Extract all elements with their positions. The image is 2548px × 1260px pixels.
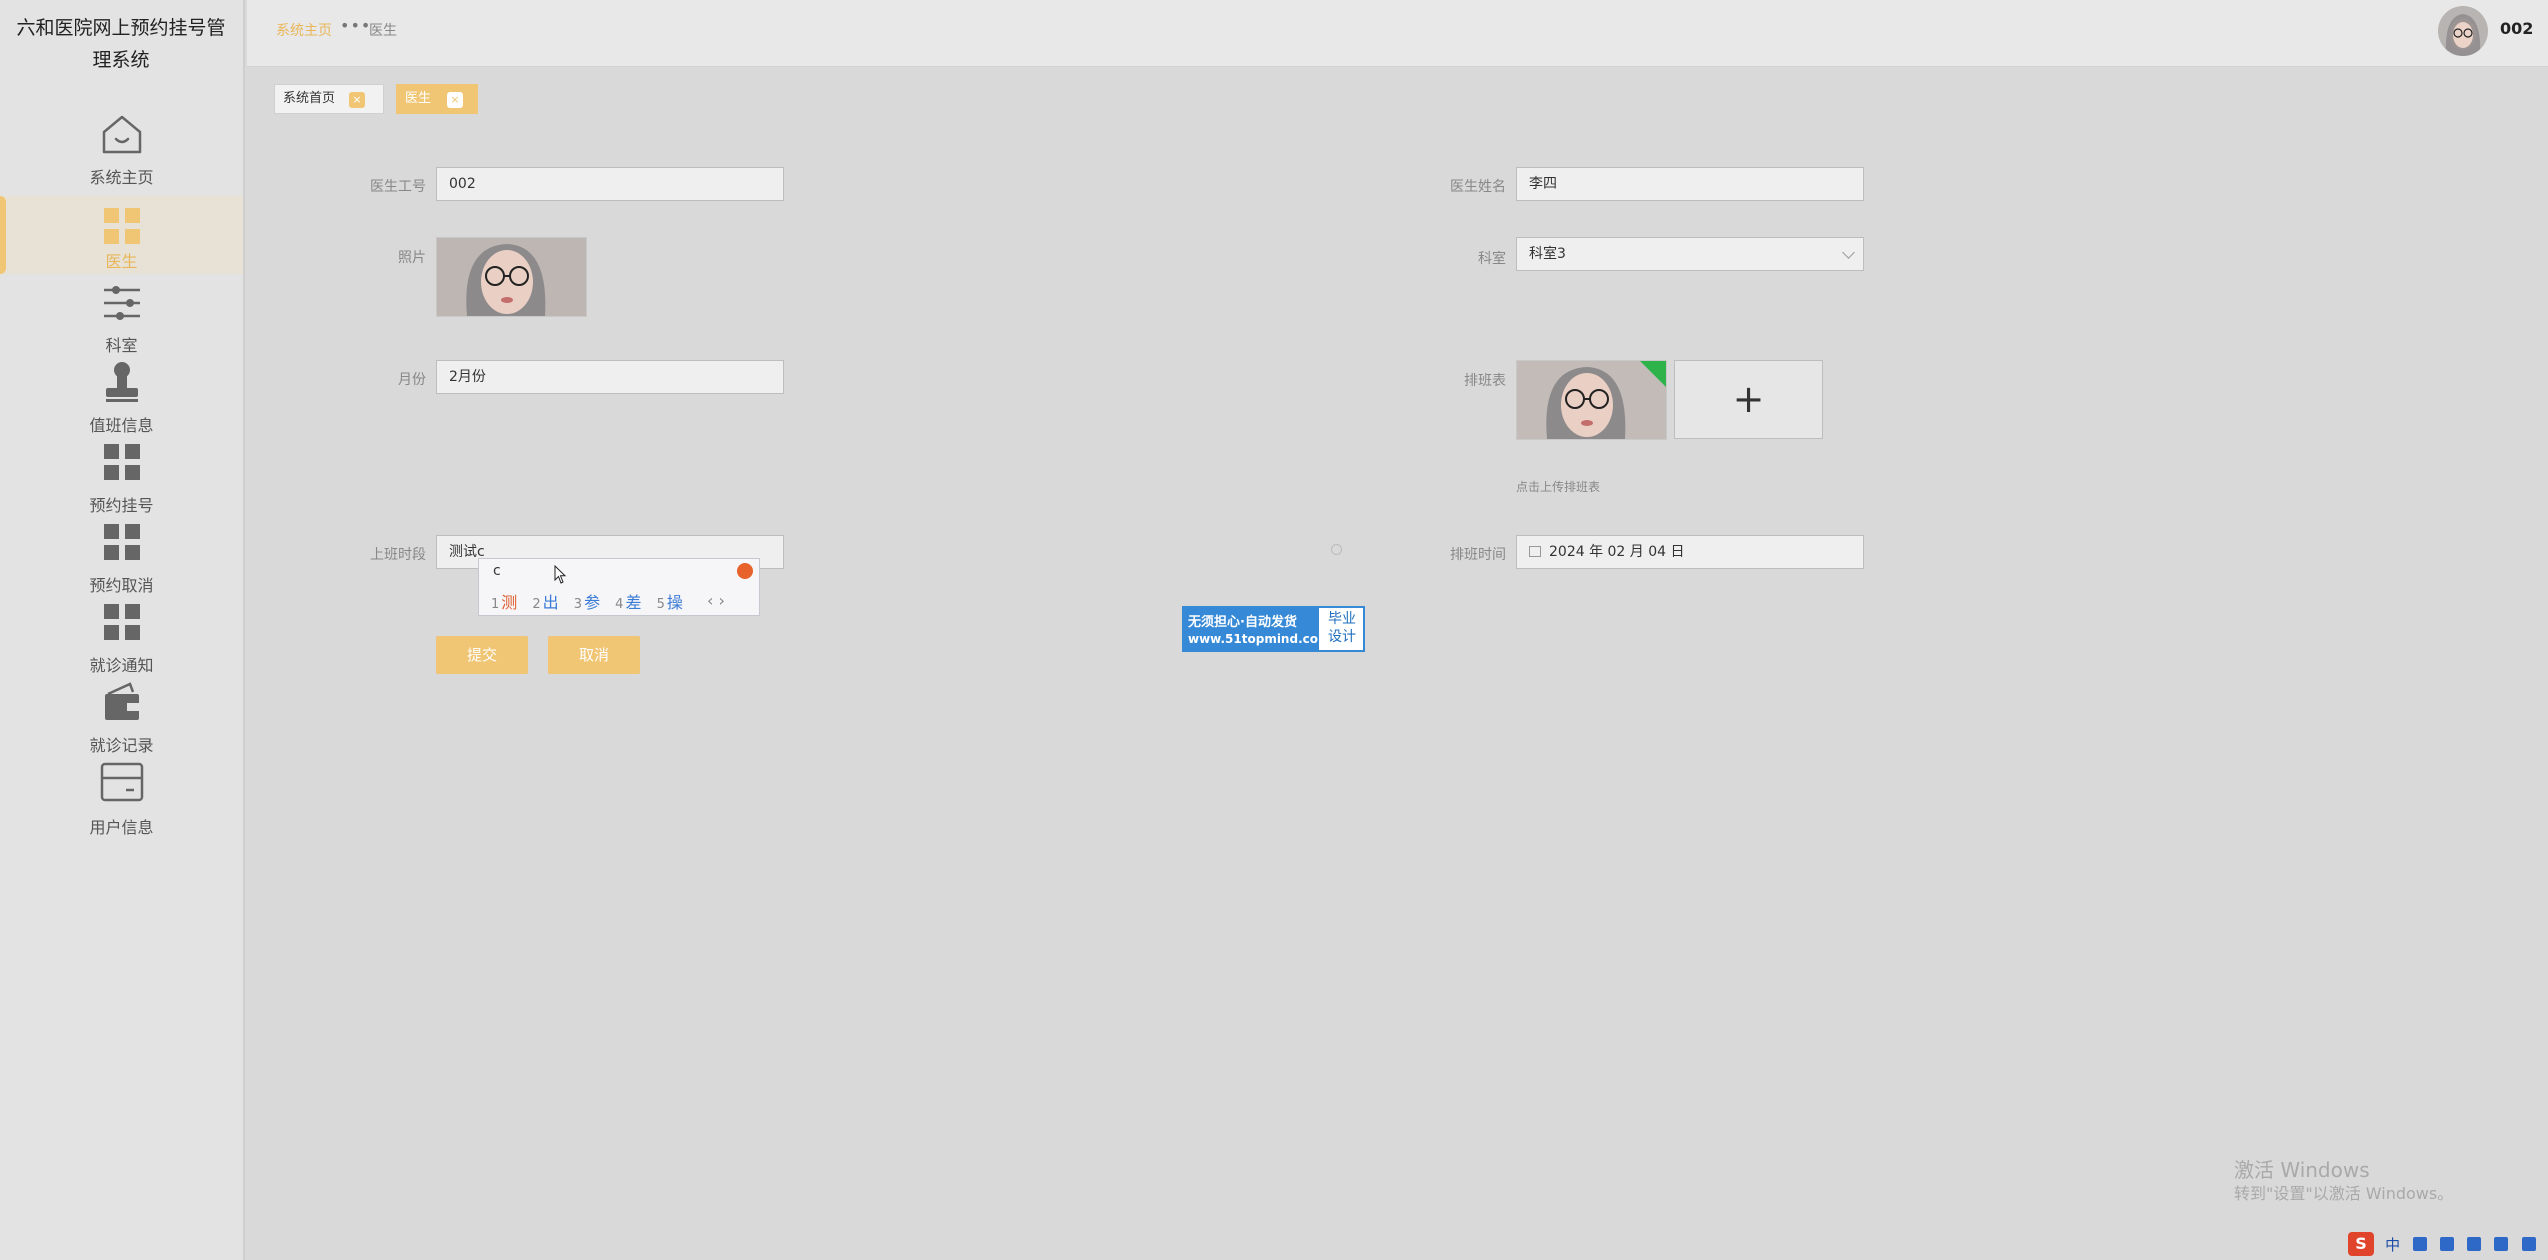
sidebar-item-label: 医生	[105, 252, 138, 271]
home-icon	[102, 115, 142, 154]
cancel-button[interactable]: 取消	[548, 636, 640, 674]
upload-hint: 点击上传排班表	[1516, 480, 1601, 494]
microphone-icon[interactable]	[2440, 1237, 2455, 1251]
ime-logo-icon[interactable]	[737, 563, 753, 579]
tab-label: 系统首页	[283, 91, 336, 106]
skin-icon[interactable]	[2494, 1237, 2509, 1251]
ime-page-nav[interactable]: ‹ ›	[707, 591, 725, 610]
sidebar-item-label: 就诊通知	[89, 656, 154, 675]
sidebar: 六和医院网上预约挂号管理系统 系统主页 医生 科室 值班信息 预约挂号 预约取消…	[0, 0, 245, 1260]
sidebar-item-user-info[interactable]: 用户信息	[0, 762, 243, 840]
punctuation-icon[interactable]	[2413, 1237, 2428, 1251]
ime-candidate[interactable]: 5操	[657, 589, 683, 613]
grid-icon	[104, 604, 140, 640]
toolbox-icon[interactable]	[2521, 1237, 2536, 1251]
ad-line1: 无须担心·自动发货	[1188, 615, 1297, 630]
sidebar-item-label: 预约挂号	[89, 496, 154, 515]
ad-badge[interactable]: 无须担心·自动发货 www.51topmind.com 毕业 设计	[1182, 606, 1365, 652]
department-value: 科室3	[1529, 246, 1566, 262]
doctor-id-input[interactable]: 002	[436, 167, 784, 201]
ime-toolbar: S 中	[2348, 1232, 2548, 1258]
schedule-date-label: 排班时间	[1450, 547, 1506, 563]
card-icon	[100, 762, 144, 802]
photo-label: 照片	[398, 250, 426, 266]
tab-home[interactable]: 系统首页 ×	[274, 84, 384, 114]
sidebar-item-visit-record[interactable]: 就诊记录	[0, 680, 243, 758]
sidebar-item-department[interactable]: 科室	[0, 280, 243, 358]
grid-icon	[104, 444, 140, 480]
plus-icon: +	[1732, 377, 1765, 421]
sidebar-item-visit-notice[interactable]: 就诊通知	[0, 600, 243, 678]
sidebar-item-cancel-appointment[interactable]: 预约取消	[0, 520, 243, 598]
breadcrumb-separator: •••	[340, 16, 372, 35]
calendar-icon	[1529, 546, 1541, 557]
clear-icon[interactable]	[1331, 544, 1342, 555]
breadcrumb-home[interactable]: 系统主页	[276, 20, 332, 40]
ime-candidate-popup: c 1测 2出 3参 4差 5操 ‹ ›	[478, 558, 760, 616]
department-select[interactable]: 科室3	[1516, 237, 1864, 271]
ime-candidate[interactable]: 1测	[491, 589, 517, 613]
mouse-cursor-icon	[554, 565, 567, 584]
sidebar-item-home[interactable]: 系统主页	[0, 112, 243, 190]
sidebar-item-appointment[interactable]: 预约挂号	[0, 440, 243, 518]
sidebar-item-label: 值班信息	[89, 416, 154, 435]
schedule-date-input[interactable]: 2024 年 02 月 04 日	[1516, 535, 1864, 569]
tab-label: 医生	[405, 91, 432, 106]
avatar[interactable]	[2438, 6, 2488, 56]
ad-right1: 毕业	[1328, 611, 1356, 627]
doctor-id-label: 医生工号	[370, 179, 426, 195]
sidebar-item-label: 预约取消	[89, 576, 154, 595]
ime-candidates: 1测 2出 3参 4差 5操	[491, 589, 693, 613]
sidebar-item-doctor[interactable]: 医生	[0, 196, 243, 274]
month-input[interactable]: 2月份	[436, 360, 784, 394]
sidebar-item-label: 科室	[105, 336, 138, 355]
department-label: 科室	[1478, 251, 1506, 267]
ime-language-toggle[interactable]: 中	[2385, 1234, 2400, 1255]
submit-button[interactable]: 提交	[436, 636, 528, 674]
sidebar-item-label: 系统主页	[89, 168, 154, 187]
close-icon[interactable]: ×	[349, 92, 365, 108]
stamp-icon	[106, 362, 138, 402]
upload-button[interactable]: +	[1674, 360, 1823, 439]
top-bar: 系统主页 ••• 医生	[247, 0, 2548, 67]
activation-watermark-hint: 转到"设置"以激活 Windows。	[2234, 1184, 2454, 1203]
month-label: 月份	[398, 372, 426, 388]
ime-candidate[interactable]: 3参	[574, 589, 600, 613]
wallet-icon	[105, 682, 139, 720]
doctor-name-input[interactable]: 李四	[1516, 167, 1864, 201]
activation-watermark-title: 激活 Windows	[2234, 1158, 2370, 1182]
sliders-icon	[104, 286, 140, 320]
grid-icon	[104, 524, 140, 560]
schedule-table-image[interactable]	[1516, 360, 1667, 440]
ime-candidate[interactable]: 2出	[532, 589, 558, 613]
grid-icon	[104, 208, 140, 244]
ad-line2: www.51topmind.com	[1188, 632, 1331, 646]
sidebar-item-label: 就诊记录	[89, 736, 154, 755]
ime-composition: c	[493, 563, 501, 579]
doctor-photo[interactable]	[436, 237, 587, 317]
sidebar-item-duty[interactable]: 值班信息	[0, 360, 243, 438]
tab-doctor[interactable]: 医生 ×	[396, 84, 478, 114]
sidebar-item-label: 用户信息	[89, 818, 154, 837]
keyboard-icon[interactable]	[2467, 1237, 2482, 1251]
sogou-logo-icon[interactable]: S	[2348, 1232, 2374, 1256]
doctor-name-label: 医生姓名	[1450, 179, 1506, 195]
work-time-label: 上班时段	[370, 547, 426, 563]
status-badge	[1640, 361, 1666, 387]
ad-right2: 设计	[1328, 629, 1356, 645]
chevron-down-icon	[1842, 246, 1855, 259]
close-icon[interactable]: ×	[447, 92, 463, 108]
schedule-table-label: 排班表	[1464, 373, 1506, 389]
user-name[interactable]: 002	[2500, 19, 2533, 38]
breadcrumb-current: 医生	[369, 23, 397, 39]
ime-candidate[interactable]: 4差	[615, 589, 641, 613]
app-title: 六和医院网上预约挂号管理系统	[16, 17, 226, 71]
